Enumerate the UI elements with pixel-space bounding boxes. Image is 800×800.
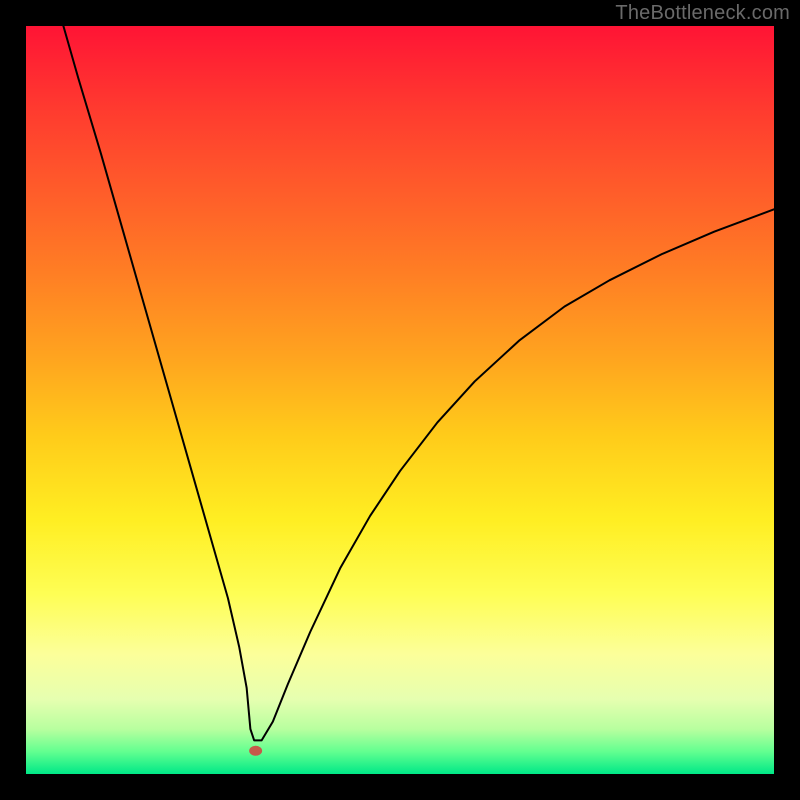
- plot-area: [26, 26, 774, 774]
- curve-svg: [26, 26, 774, 774]
- watermark-text: TheBottleneck.com: [615, 2, 790, 25]
- chart-frame: TheBottleneck.com: [0, 0, 800, 800]
- bottleneck-curve: [63, 26, 774, 740]
- optimal-point-marker: [250, 746, 262, 755]
